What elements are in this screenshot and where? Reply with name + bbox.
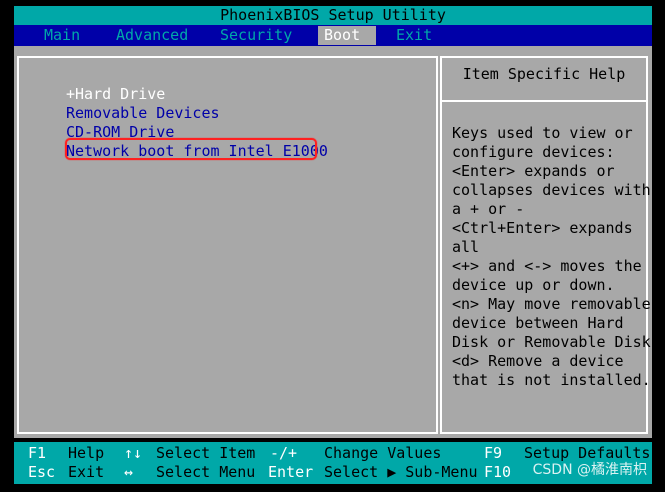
title-bar: PhoenixBIOS Setup Utility <box>14 6 652 25</box>
menu-bar: Main Advanced Security Boot Exit <box>14 25 652 46</box>
key-f1-desc: Help <box>68 444 105 462</box>
help-line: Disk or Removable Disk <box>452 333 651 351</box>
menu-main[interactable]: Main <box>38 26 86 45</box>
boot-order-pane: +Hard Drive Removable Devices CD-ROM Dri… <box>17 56 438 434</box>
app-title: PhoenixBIOS Setup Utility <box>220 6 446 24</box>
watermark: CSDN @橘淮南枳 <box>532 462 647 478</box>
key-f1: F1 <box>28 444 47 462</box>
help-line: device between Hard <box>452 314 624 332</box>
main-frame: +Hard Drive Removable Devices CD-ROM Dri… <box>14 46 652 438</box>
key-leftright: ↔ <box>124 463 134 481</box>
help-line: <n> May move removable <box>452 295 651 313</box>
help-text: Keys used to view or configure devices: <E… <box>452 124 651 390</box>
help-line: a + or - <box>452 200 525 218</box>
key-f9: F9 <box>484 444 503 462</box>
help-line: <Ctrl+Enter> expands <box>452 219 633 237</box>
key-f10: F10 <box>484 463 512 481</box>
key-enter: Enter <box>268 463 314 481</box>
menu-advanced[interactable]: Advanced <box>110 26 194 45</box>
boot-item-removable-devices[interactable]: Removable Devices <box>66 104 220 123</box>
annotation-highlight-box <box>65 138 317 160</box>
help-line: Keys used to view or <box>452 124 633 142</box>
help-line: <Enter> expands or <box>452 162 615 180</box>
key-minus-plus-desc: Change Values <box>324 444 442 462</box>
help-pane: Item Specific Help Keys used to view or c… <box>440 56 651 434</box>
help-line: <+> and <-> moves the <box>452 257 642 275</box>
help-line: <d> Remove a device <box>452 352 624 370</box>
help-line: configure devices: <box>452 143 615 161</box>
menu-boot[interactable]: Boot <box>318 26 376 45</box>
key-minus-plus: -/+ <box>270 444 298 462</box>
key-esc-desc: Exit <box>68 463 105 481</box>
bios-screen: PhoenixBIOS Setup Utility Main Advanced … <box>0 0 665 492</box>
key-esc: Esc <box>28 463 56 481</box>
key-updown-desc: Select Item <box>156 444 256 462</box>
key-leftright-desc: Select Menu <box>156 463 256 481</box>
key-updown: ↑↓ <box>124 444 143 462</box>
menu-exit[interactable]: Exit <box>390 26 438 45</box>
key-enter-desc: Select ▶ Sub-Menu <box>324 463 478 481</box>
menu-security[interactable]: Security <box>214 26 298 45</box>
help-title: Item Specific Help <box>462 65 626 83</box>
help-line: all <box>452 238 480 256</box>
help-line: device up or down. <box>452 276 615 294</box>
help-line: that is not installed. <box>452 371 651 389</box>
boot-item-hard-drive[interactable]: +Hard Drive <box>66 85 165 104</box>
help-divider <box>442 100 646 102</box>
help-line: collapses devices with <box>452 181 651 199</box>
